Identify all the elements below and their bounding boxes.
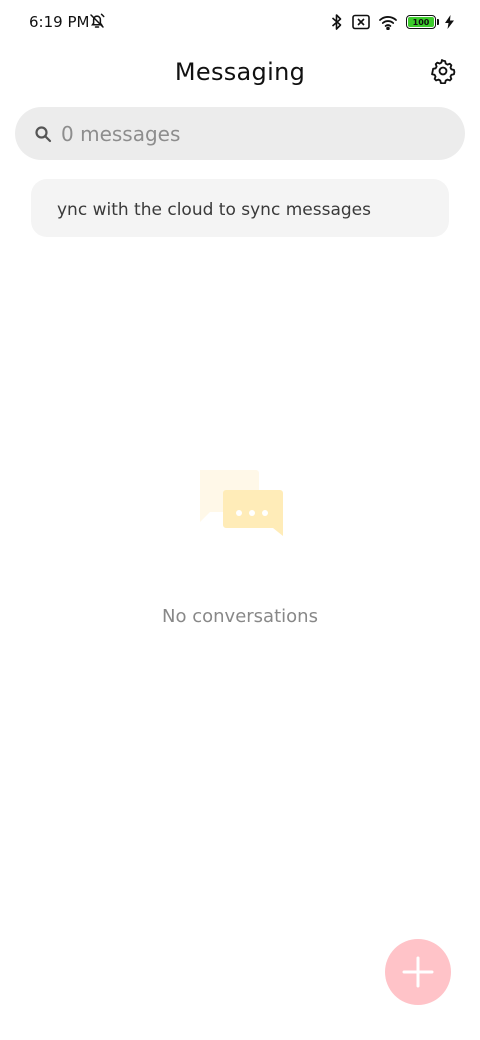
bluetooth-icon (331, 14, 342, 30)
page-title: Messaging (174, 58, 306, 86)
plus-icon (402, 956, 434, 988)
sync-banner[interactable]: ync with the cloud to sync messages (31, 179, 449, 237)
charging-icon (445, 15, 454, 29)
new-message-button[interactable] (385, 939, 451, 1005)
wifi-icon (379, 15, 397, 30)
chat-bubbles-icon (200, 470, 283, 536)
search-icon (35, 126, 52, 143)
sync-banner-text: ync with the cloud to sync messages (57, 200, 371, 220)
battery-level: 100 (408, 17, 434, 27)
status-icons: 100 (331, 12, 454, 32)
empty-state-text: No conversations (162, 606, 318, 627)
alarm-off-icon (90, 13, 105, 28)
status-time: 6:19 PM (29, 13, 90, 31)
battery-icon: 100 (406, 15, 439, 29)
search-input[interactable]: 0 messages (61, 122, 180, 146)
gear-icon[interactable] (430, 58, 456, 84)
sim-card-off-icon (352, 14, 370, 30)
status-bar: 6:19 PM 100 (0, 0, 480, 44)
